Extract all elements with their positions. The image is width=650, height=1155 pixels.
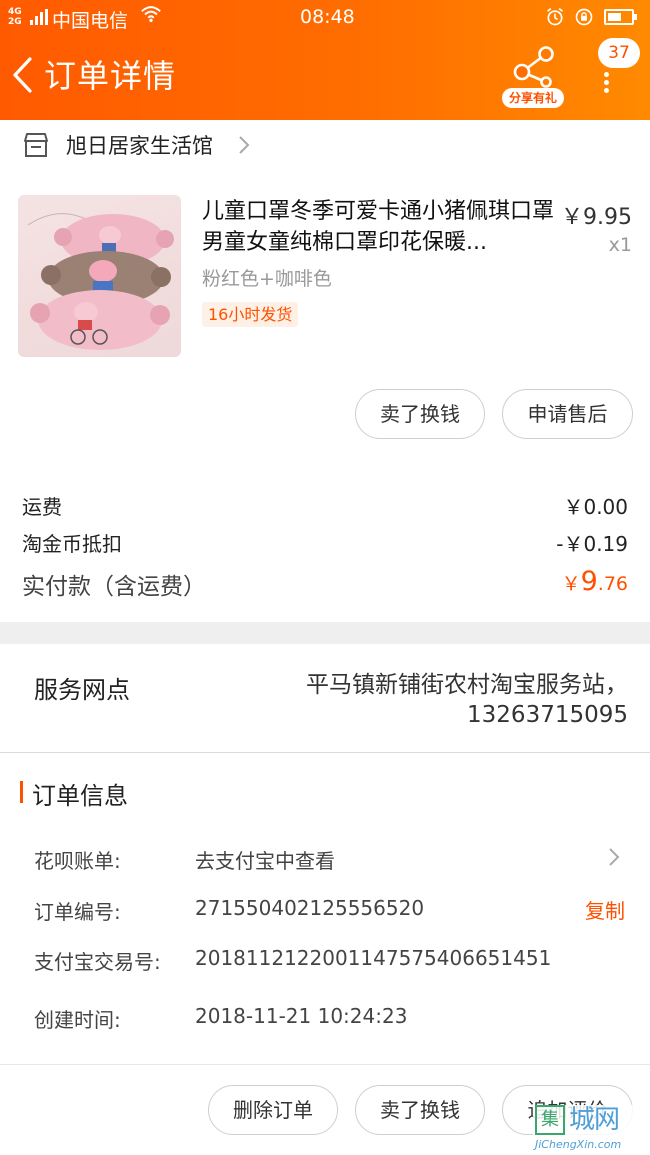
- delete-order-button[interactable]: 删除订单: [208, 1085, 338, 1135]
- created-time-value: 2018-11-21 10:24:23: [195, 1004, 408, 1028]
- product-price: ￥9.95: [561, 205, 632, 230]
- carrier-name: 中国电信: [52, 10, 129, 32]
- huabei-bill-label: 花呗账单:: [34, 849, 121, 873]
- site-watermark: 集 城网 JiChengXin.com: [533, 1105, 650, 1155]
- service-point-value: 平马镇新铺街农村淘宝服务站，13263715095: [306, 672, 628, 728]
- wifi-icon: [141, 6, 161, 23]
- message-count-badge: 37: [598, 38, 640, 68]
- clock: 08:48: [300, 6, 355, 28]
- shipping-fee-value: ￥0.00: [563, 495, 628, 519]
- product-title[interactable]: 儿童口罩冬季可爱卡通小猪佩琪口罩男童女童纯棉口罩印花保暖...: [202, 196, 554, 258]
- paid-amount-value: ￥9.76: [561, 566, 628, 597]
- watermark-logo: 集: [535, 1105, 565, 1135]
- alarm-icon: [547, 8, 563, 26]
- order-number-value: 271550402125556520: [195, 896, 425, 920]
- back-arrow-icon[interactable]: [10, 56, 36, 94]
- share-gift-label: 分享有礼: [502, 88, 564, 108]
- mask-product-picture: [27, 213, 174, 350]
- divider: [0, 752, 650, 753]
- service-point-label: 服务网点: [34, 676, 130, 704]
- copy-order-number-button[interactable]: 复制: [585, 895, 625, 924]
- shipping-fee-label: 运费: [22, 495, 62, 519]
- section-accent-bar: [20, 781, 23, 803]
- product-spec: 粉红色+咖啡色: [202, 268, 332, 290]
- divider: [0, 1064, 650, 1065]
- battery-icon: [604, 9, 637, 25]
- product-quantity: x1: [608, 234, 632, 256]
- shipping-time-tag: 16小时发货: [202, 302, 299, 327]
- section-gap: [0, 622, 650, 644]
- coin-deduction-label: 淘金币抵扣: [22, 532, 122, 556]
- share-icon: [513, 46, 554, 88]
- page-title: 订单详情: [44, 57, 177, 95]
- rotation-lock-icon: [575, 8, 593, 26]
- share-gift-button[interactable]: 分享有礼: [500, 44, 566, 108]
- paid-amount-label: 实付款（含运费）: [22, 574, 206, 600]
- chevron-right-icon[interactable]: [606, 846, 622, 868]
- store-icon: [24, 133, 48, 157]
- header-bar: 4G 2G 中国电信 08:48 订单详情 分享有礼 37: [0, 0, 650, 120]
- network-type: 4G 2G: [8, 7, 22, 27]
- shop-name: 旭日居家生活馆: [66, 134, 213, 158]
- more-menu-button[interactable]: 37: [596, 38, 640, 98]
- after-sale-button[interactable]: 申请售后: [502, 389, 633, 439]
- status-bar: 4G 2G 中国电信 08:48: [0, 0, 650, 36]
- alipay-trade-value: 2018112122001147575406651451: [195, 946, 552, 970]
- created-time-label: 创建时间:: [34, 1008, 121, 1032]
- signal-icon: [30, 9, 48, 25]
- alipay-trade-label: 支付宝交易号:: [34, 950, 161, 974]
- huabei-bill-link[interactable]: 去支付宝中查看: [195, 845, 335, 874]
- coin-deduction-value: -￥0.19: [556, 532, 628, 556]
- chevron-right-icon: [239, 136, 250, 154]
- order-number-label: 订单编号:: [34, 900, 121, 924]
- sell-for-cash-button[interactable]: 卖了换钱: [355, 1085, 485, 1135]
- sell-for-cash-button[interactable]: 卖了换钱: [355, 389, 485, 439]
- shop-row[interactable]: 旭日居家生活馆: [0, 120, 650, 172]
- product-image[interactable]: [18, 195, 181, 357]
- more-vertical-icon: [604, 72, 610, 94]
- watermark-domain: JiChengXin.com: [535, 1138, 622, 1151]
- order-info-title: 订单信息: [32, 782, 128, 810]
- watermark-text: 城网: [569, 1105, 620, 1135]
